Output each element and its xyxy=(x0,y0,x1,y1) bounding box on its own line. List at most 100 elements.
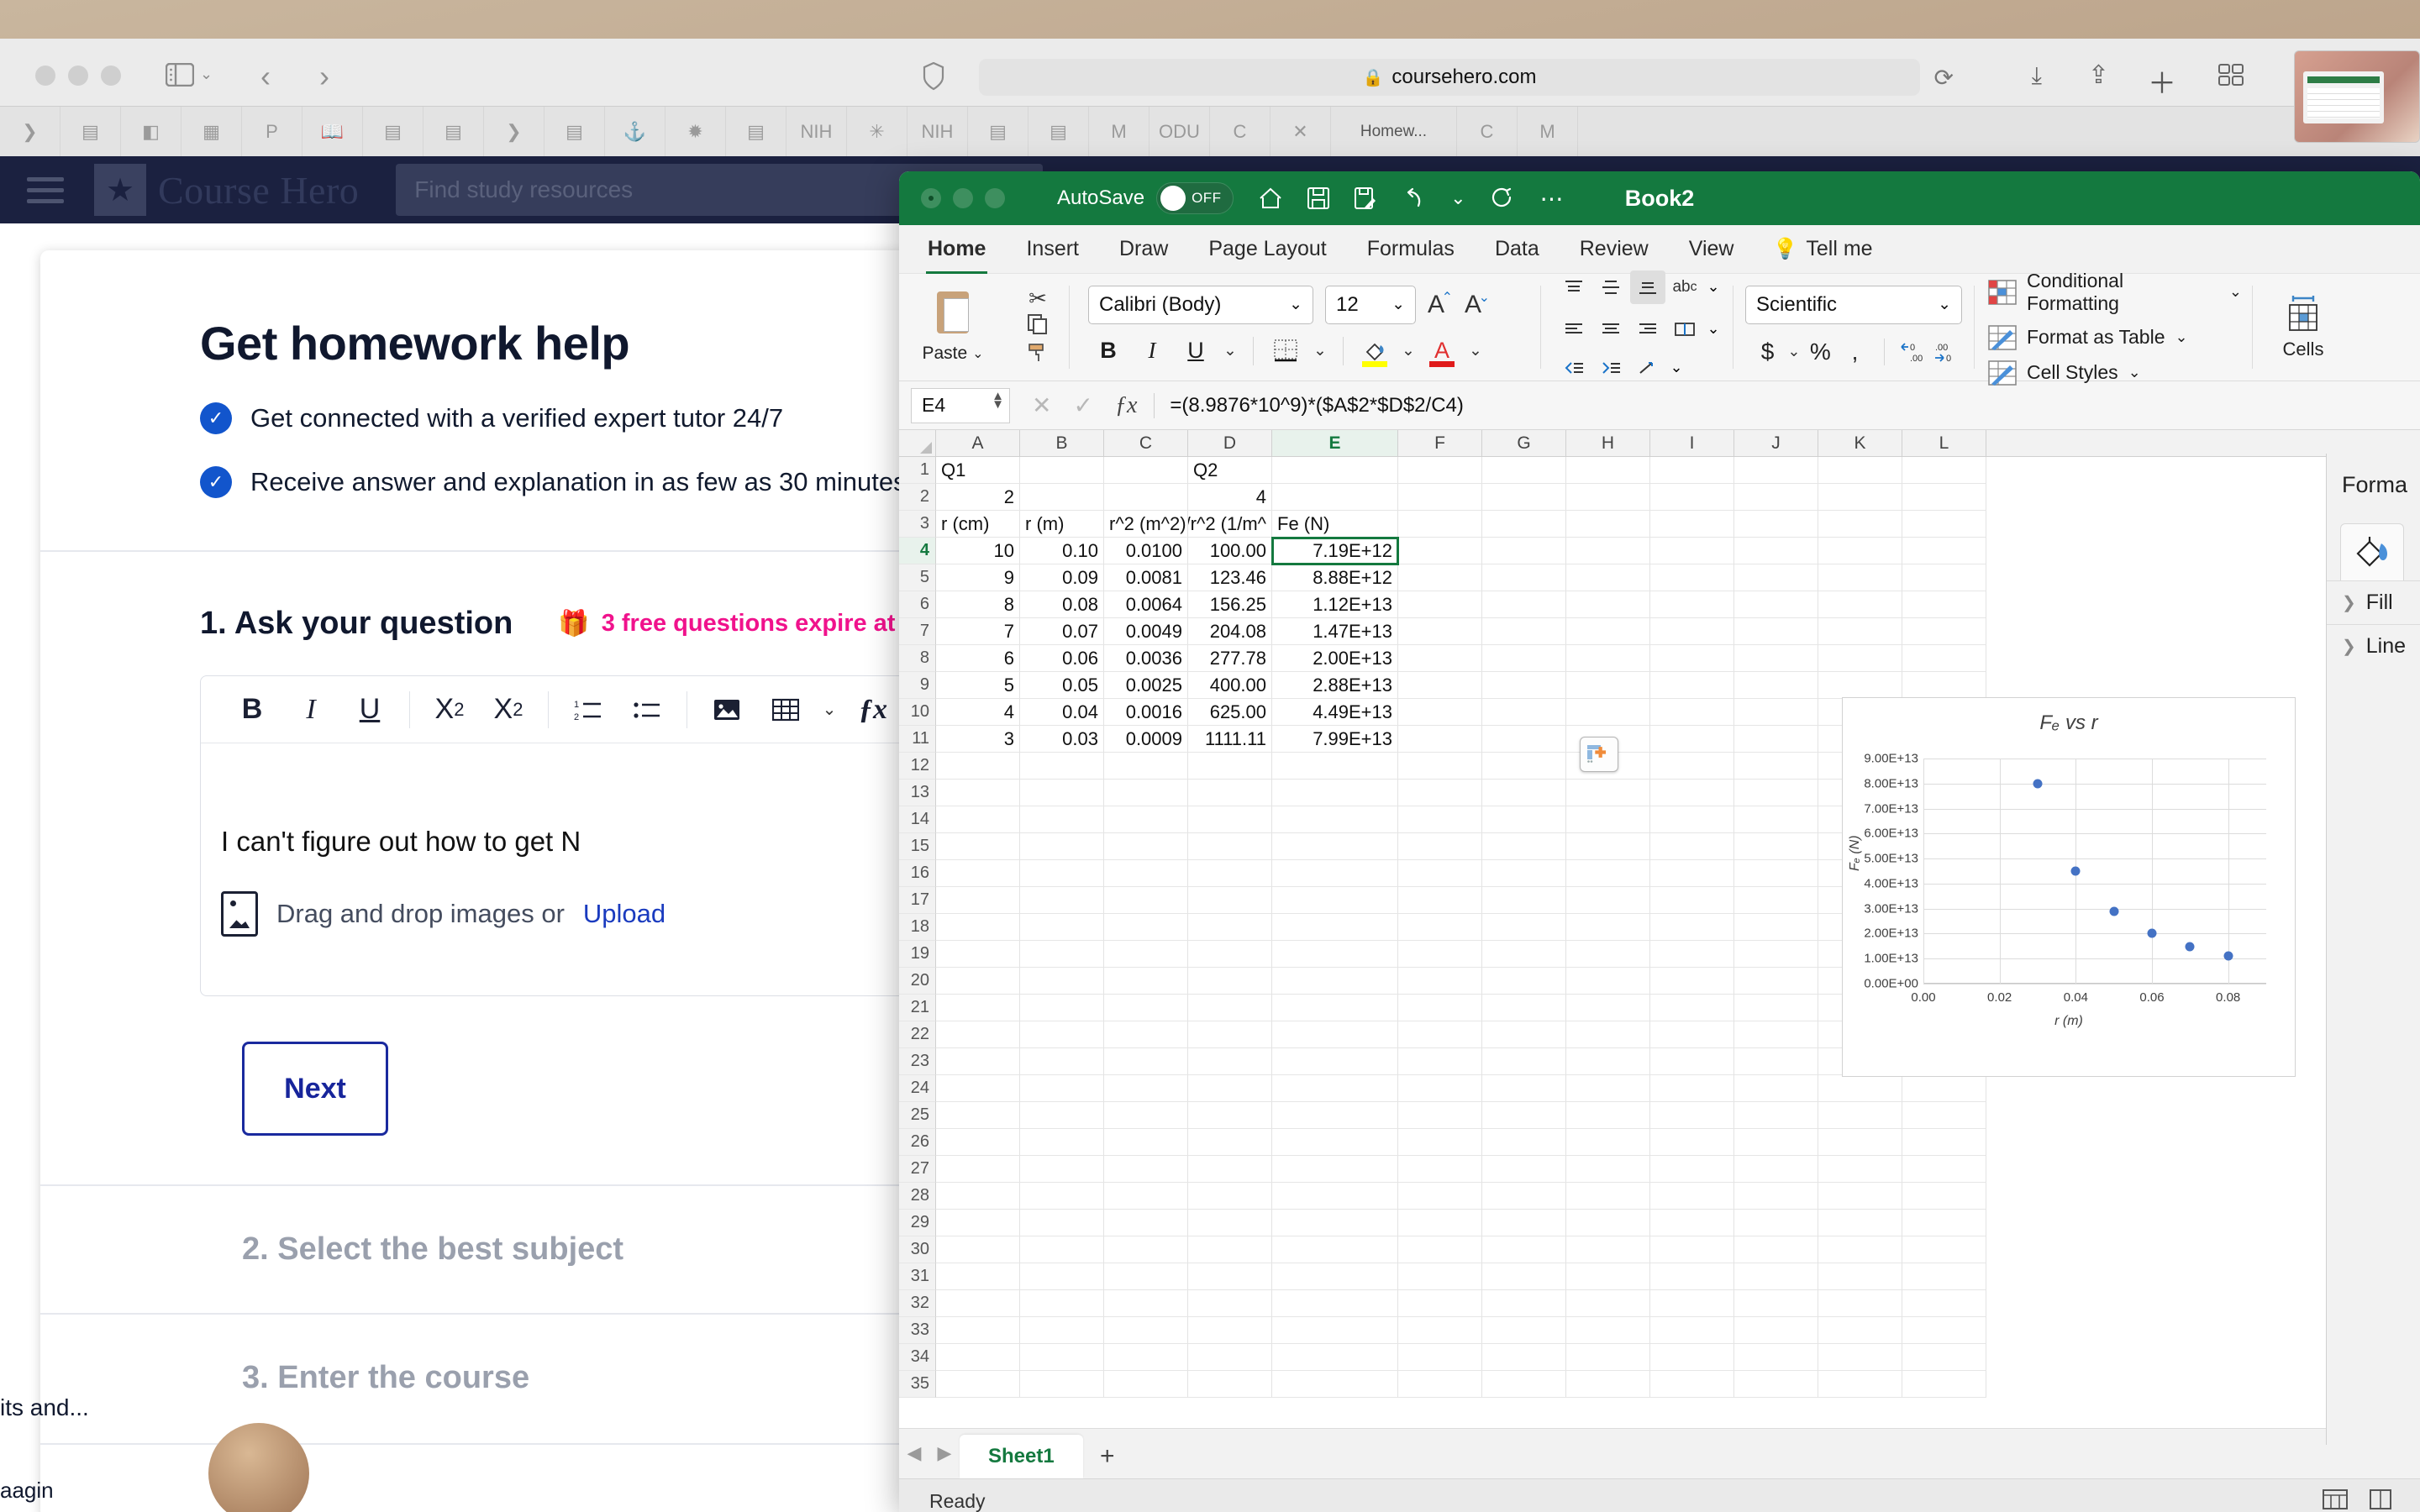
formula-input[interactable]: =(8.9876*10^9)*($A$2*$D$2/C4) xyxy=(1170,394,1464,417)
cell-G15[interactable] xyxy=(1482,833,1566,860)
cell-B11[interactable]: 0.03 xyxy=(1020,726,1104,753)
zoom-button[interactable] xyxy=(985,188,1005,208)
cell-E10[interactable]: 4.49E+13 xyxy=(1272,699,1398,726)
cell-F23[interactable] xyxy=(1398,1048,1482,1075)
chevron-down-icon[interactable]: ⌄ xyxy=(1450,187,1465,209)
cell-A27[interactable] xyxy=(936,1156,1020,1183)
cell-E27[interactable] xyxy=(1272,1156,1398,1183)
cell-J31[interactable] xyxy=(1734,1263,1818,1290)
cell-F18[interactable] xyxy=(1398,914,1482,941)
cell-E3[interactable]: Fe (N) xyxy=(1272,511,1398,538)
cell-C8[interactable]: 0.0036 xyxy=(1104,645,1188,672)
cell-G16[interactable] xyxy=(1482,860,1566,887)
redo-icon[interactable] xyxy=(1491,187,1515,209)
cell-I21[interactable] xyxy=(1650,995,1734,1021)
cell-K4[interactable] xyxy=(1818,538,1902,564)
cell-E4[interactable]: 7.19E+12 xyxy=(1271,537,1399,565)
cell-C9[interactable]: 0.0025 xyxy=(1104,672,1188,699)
tab-data[interactable]: Data xyxy=(1493,230,1541,268)
bookmark-doc3-icon[interactable]: ▤ xyxy=(726,106,786,157)
increase-font-size-button[interactable]: A ⌃ xyxy=(1428,291,1453,319)
chevron-down-icon[interactable]: ⌄ xyxy=(1219,341,1241,360)
column-header-H[interactable]: H xyxy=(1566,430,1650,456)
cell-J14[interactable] xyxy=(1734,806,1818,833)
cell-D12[interactable] xyxy=(1188,753,1272,780)
grid-row[interactable]: 3r (cm)r (m)r^2 (m^2)1/r^2 (1/m^Fe (N) xyxy=(899,511,2420,538)
cell-A21[interactable] xyxy=(936,995,1020,1021)
cell-F26[interactable] xyxy=(1398,1129,1482,1156)
cell-B14[interactable] xyxy=(1020,806,1104,833)
cell-I33[interactable] xyxy=(1650,1317,1734,1344)
row-header-2[interactable]: 2 xyxy=(899,484,936,511)
cell-G35[interactable] xyxy=(1482,1371,1566,1398)
decrease-font-size-button[interactable]: A ⌄ xyxy=(1465,291,1490,319)
row-header-18[interactable]: 18 xyxy=(899,914,936,941)
cell-I31[interactable] xyxy=(1650,1263,1734,1290)
cell-L31[interactable] xyxy=(1902,1263,1986,1290)
cell-B25[interactable] xyxy=(1020,1102,1104,1129)
column-header-A[interactable]: A xyxy=(936,430,1020,456)
cell-K2[interactable] xyxy=(1818,484,1902,511)
bookmark-chevron-bookmark-icon[interactable]: ❯ xyxy=(0,106,60,157)
cell-B17[interactable] xyxy=(1020,887,1104,914)
cell-E32[interactable] xyxy=(1272,1290,1398,1317)
safari-traffic-lights[interactable] xyxy=(35,66,121,86)
address-bar[interactable]: 🔒 coursehero.com xyxy=(979,59,1920,96)
cell-G10[interactable] xyxy=(1482,699,1566,726)
home-icon[interactable] xyxy=(1259,187,1282,209)
cell-G17[interactable] xyxy=(1482,887,1566,914)
cell-G19[interactable] xyxy=(1482,941,1566,968)
tab-preview-thumbnail[interactable] xyxy=(2294,50,2420,143)
cell-A26[interactable] xyxy=(936,1129,1020,1156)
cell-F21[interactable] xyxy=(1398,995,1482,1021)
ribbon-group-number[interactable]: Scientific ⌄ $ ⌄ % , 0.00 .00 0 xyxy=(1733,274,1974,381)
cell-B21[interactable] xyxy=(1020,995,1104,1021)
cell-H30[interactable] xyxy=(1566,1236,1650,1263)
cell-H27[interactable] xyxy=(1566,1156,1650,1183)
cell-G25[interactable] xyxy=(1482,1102,1566,1129)
cell-G29[interactable] xyxy=(1482,1210,1566,1236)
grid-row[interactable]: 33 xyxy=(899,1317,2420,1344)
cell-A30[interactable] xyxy=(936,1236,1020,1263)
cell-J2[interactable] xyxy=(1734,484,1818,511)
cell-H24[interactable] xyxy=(1566,1075,1650,1102)
bookmark-nih2-icon[interactable]: NIH xyxy=(908,106,968,157)
cell-I32[interactable] xyxy=(1650,1290,1734,1317)
cell-D24[interactable] xyxy=(1188,1075,1272,1102)
cell-G1[interactable] xyxy=(1482,457,1566,484)
cell-A14[interactable] xyxy=(936,806,1020,833)
normal-view-icon[interactable] xyxy=(2323,1488,2348,1512)
chevron-down-icon[interactable]: ⌄ xyxy=(2128,364,2141,381)
cell-C22[interactable] xyxy=(1104,1021,1188,1048)
cell-E16[interactable] xyxy=(1272,860,1398,887)
cell-H7[interactable] xyxy=(1566,618,1650,645)
italic-button[interactable]: I xyxy=(281,676,340,743)
cell-B7[interactable]: 0.07 xyxy=(1020,618,1104,645)
column-header-E[interactable]: E xyxy=(1272,430,1398,456)
bookmark-m-icon[interactable]: M xyxy=(1089,106,1150,157)
cell-C31[interactable] xyxy=(1104,1263,1188,1290)
cell-G23[interactable] xyxy=(1482,1048,1566,1075)
currency-format-button[interactable]: $ xyxy=(1752,334,1783,370)
cell-B1[interactable] xyxy=(1020,457,1104,484)
cell-K29[interactable] xyxy=(1818,1210,1902,1236)
cell-B18[interactable] xyxy=(1020,914,1104,941)
cell-G18[interactable] xyxy=(1482,914,1566,941)
cell-L25[interactable] xyxy=(1902,1102,1986,1129)
cell-G3[interactable] xyxy=(1482,511,1566,538)
numbered-list-icon[interactable]: 12 xyxy=(559,676,618,743)
format-section-fill[interactable]: ❯ Fill xyxy=(2327,580,2420,624)
undo-icon[interactable] xyxy=(1402,187,1425,209)
downloads-icon[interactable]: ⤓ xyxy=(2032,62,2042,90)
underline-button[interactable]: U xyxy=(340,676,399,743)
row-header-20[interactable]: 20 xyxy=(899,968,936,995)
cell-L4[interactable] xyxy=(1902,538,1986,564)
cell-J18[interactable] xyxy=(1734,914,1818,941)
cell-J17[interactable] xyxy=(1734,887,1818,914)
name-box-spinner[interactable]: ▲ ▼ xyxy=(992,390,1004,411)
cell-F6[interactable] xyxy=(1398,591,1482,618)
bookmark-anchor-icon[interactable]: ⚓ xyxy=(605,106,666,157)
cell-H31[interactable] xyxy=(1566,1263,1650,1290)
tab-page-layout[interactable]: Page Layout xyxy=(1207,230,1328,268)
cell-E5[interactable]: 8.88E+12 xyxy=(1272,564,1398,591)
